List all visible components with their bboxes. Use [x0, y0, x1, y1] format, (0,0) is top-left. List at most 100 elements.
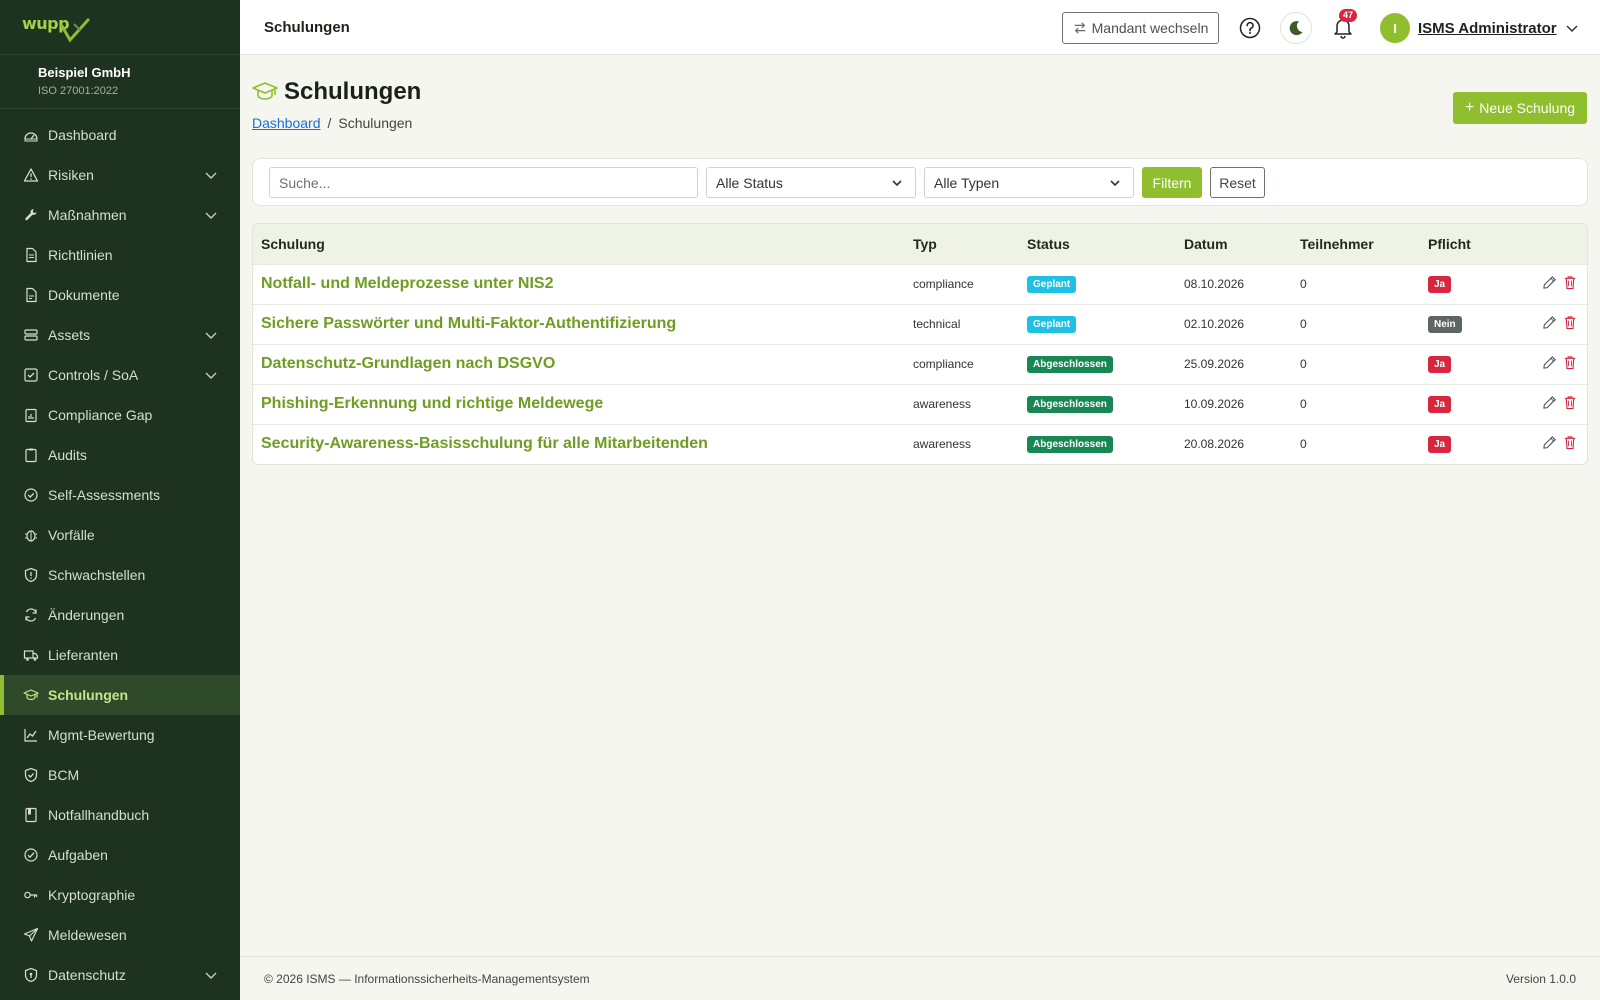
sidebar-item-lieferanten[interactable]: Lieferanten: [0, 635, 240, 675]
breadcrumb-dashboard-link[interactable]: Dashboard: [252, 115, 321, 131]
delete-button[interactable]: [1563, 435, 1577, 453]
table-row: Sichere Passwörter und Multi-Faktor-Auth…: [253, 304, 1587, 344]
trend-chart-icon: [22, 726, 40, 744]
trash-icon: [1564, 316, 1576, 330]
column-header-training[interactable]: Schulung: [253, 224, 905, 264]
sidebar-item-dashboard[interactable]: Dashboard: [0, 115, 240, 155]
mandatory-badge: Ja: [1428, 275, 1452, 293]
training-title-link[interactable]: Notfall- und Meldeprozesse unter NIS2: [261, 275, 553, 292]
sidebar-item-controls-soa[interactable]: Controls / SoA: [0, 355, 240, 395]
sidebar-item-datenschutz[interactable]: Datenschutz: [0, 955, 240, 995]
status-select[interactable]: Alle Status: [706, 167, 916, 198]
sidebar-item-maßnahmen[interactable]: Maßnahmen: [0, 195, 240, 235]
sidebar-item-self-assessments[interactable]: Self-Assessments: [0, 475, 240, 515]
user-menu[interactable]: I ISMS Administrator: [1380, 12, 1579, 44]
switch-tenant-button[interactable]: Mandant wechseln: [1062, 12, 1219, 44]
chevron-down-icon[interactable]: [204, 368, 218, 382]
delete-button[interactable]: [1563, 395, 1577, 413]
sidebar-item-kryptographie[interactable]: Kryptographie: [0, 875, 240, 915]
trash-icon: [1564, 276, 1576, 290]
sidebar-item-änderungen[interactable]: Änderungen: [0, 595, 240, 635]
sidebar-item-richtlinien[interactable]: Richtlinien: [0, 235, 240, 275]
sidebar-item-notfallhandbuch[interactable]: Notfallhandbuch: [0, 795, 240, 835]
column-header-type[interactable]: Typ: [905, 224, 1019, 264]
training-title-link[interactable]: Security-Awareness-Basisschulung für all…: [261, 435, 708, 452]
help-button[interactable]: [1234, 12, 1266, 44]
table-row: Security-Awareness-Basisschulung für all…: [253, 424, 1587, 464]
chevron-down-icon[interactable]: [204, 208, 218, 222]
theme-toggle-button[interactable]: [1280, 12, 1312, 44]
filter-button[interactable]: Filtern: [1142, 167, 1202, 198]
sidebar-item-schulungen[interactable]: Schulungen: [0, 675, 240, 715]
participant-count: 0: [1300, 277, 1307, 291]
table-row: Phishing-Erkennung und richtige Meldeweg…: [253, 384, 1587, 424]
page-title: Schulungen: [284, 78, 422, 105]
training-type: compliance: [913, 277, 974, 291]
user-name[interactable]: ISMS Administrator: [1418, 20, 1557, 37]
sidebar-item-schwachstellen[interactable]: Schwachstellen: [0, 555, 240, 595]
sidebar-item-vorfälle[interactable]: Vorfälle: [0, 515, 240, 555]
server-icon: [22, 326, 40, 344]
trash-icon: [1564, 396, 1576, 410]
sidebar-item-audits[interactable]: Audits: [0, 435, 240, 475]
sidebar-item-label: Risiken: [48, 167, 94, 183]
avatar: I: [1380, 13, 1410, 43]
chevron-down-icon[interactable]: [204, 968, 218, 982]
org-name: Beispiel GmbH: [38, 65, 131, 80]
edit-button[interactable]: [1542, 275, 1557, 293]
pencil-icon: [1543, 276, 1556, 289]
column-header-date[interactable]: Datum: [1176, 224, 1292, 264]
sidebar-item-assets[interactable]: Assets: [0, 315, 240, 355]
check-circle-icon: [22, 486, 40, 504]
sidebar-item-label: Mgmt-Bewertung: [48, 727, 155, 743]
edit-button[interactable]: [1542, 395, 1557, 413]
training-title-link[interactable]: Sichere Passwörter und Multi-Faktor-Auth…: [261, 315, 676, 332]
search-input[interactable]: Suche...: [269, 167, 698, 198]
training-type: awareness: [913, 437, 972, 452]
status-badge: Geplant: [1027, 315, 1077, 333]
sidebar-item-label: Lieferanten: [48, 647, 119, 663]
sidebar-item-aufgaben[interactable]: Aufgaben: [0, 835, 240, 875]
new-training-button[interactable]: + Neue Schulung: [1453, 92, 1587, 124]
edit-button[interactable]: [1542, 435, 1557, 453]
sidebar-item-dokumente[interactable]: Dokumente: [0, 275, 240, 315]
delete-button[interactable]: [1563, 275, 1577, 293]
sidebar-item-label: Audits: [48, 447, 87, 463]
organization-info: Beispiel GmbH ISO 27001:2022: [0, 55, 240, 109]
graduation-cap-icon: [22, 686, 40, 704]
sidebar-item-compliance-gap[interactable]: Compliance Gap: [0, 395, 240, 435]
trainings-table: Schulung Typ Status Datum Teilnehmer Pfl…: [252, 223, 1588, 465]
sidebar-item-risiken[interactable]: Risiken: [0, 155, 240, 195]
chevron-down-icon: [1566, 25, 1578, 33]
sidebar: wupp Beispiel GmbH ISO 27001:2022 Dashbo…: [0, 0, 240, 1000]
sidebar-item-meldewesen[interactable]: Meldewesen: [0, 915, 240, 955]
sidebar-item-label: Kryptographie: [48, 887, 136, 903]
chevron-down-icon[interactable]: [204, 328, 218, 342]
column-header-participants[interactable]: Teilnehmer: [1292, 224, 1420, 264]
row-actions: [1520, 384, 1587, 424]
reset-button[interactable]: Reset: [1210, 167, 1265, 198]
status-badge: Abgeschlossen: [1027, 395, 1113, 413]
column-header-status[interactable]: Status: [1019, 224, 1176, 264]
delete-button[interactable]: [1563, 355, 1577, 373]
sidebar-item-label: Änderungen: [48, 607, 125, 623]
delete-button[interactable]: [1563, 315, 1577, 333]
sidebar-item-label: Aufgaben: [48, 847, 108, 863]
sidebar-item-mgmt-bewertung[interactable]: Mgmt-Bewertung: [0, 715, 240, 755]
column-header-mandatory[interactable]: Pflicht: [1420, 224, 1520, 264]
training-title-link[interactable]: Phishing-Erkennung und richtige Meldeweg…: [261, 395, 603, 412]
brand-logo[interactable]: wupp: [0, 0, 240, 55]
chevron-down-icon[interactable]: [204, 168, 218, 182]
status-cell: Abgeschlossen: [1019, 424, 1176, 464]
sidebar-item-bcm[interactable]: BCM: [0, 755, 240, 795]
new-training-label: Neue Schulung: [1479, 100, 1576, 116]
edit-button[interactable]: [1542, 315, 1557, 333]
sidebar-item-label: BCM: [48, 767, 80, 783]
type-select[interactable]: Alle Typen: [924, 167, 1134, 198]
status-cell: Geplant: [1019, 264, 1176, 304]
edit-button[interactable]: [1542, 355, 1557, 373]
participant-count: 0: [1300, 437, 1307, 452]
key-icon: [22, 886, 40, 904]
training-title-cell: Datenschutz-Grundlagen nach DSGVO: [253, 344, 905, 384]
training-title-link[interactable]: Datenschutz-Grundlagen nach DSGVO: [261, 355, 555, 372]
